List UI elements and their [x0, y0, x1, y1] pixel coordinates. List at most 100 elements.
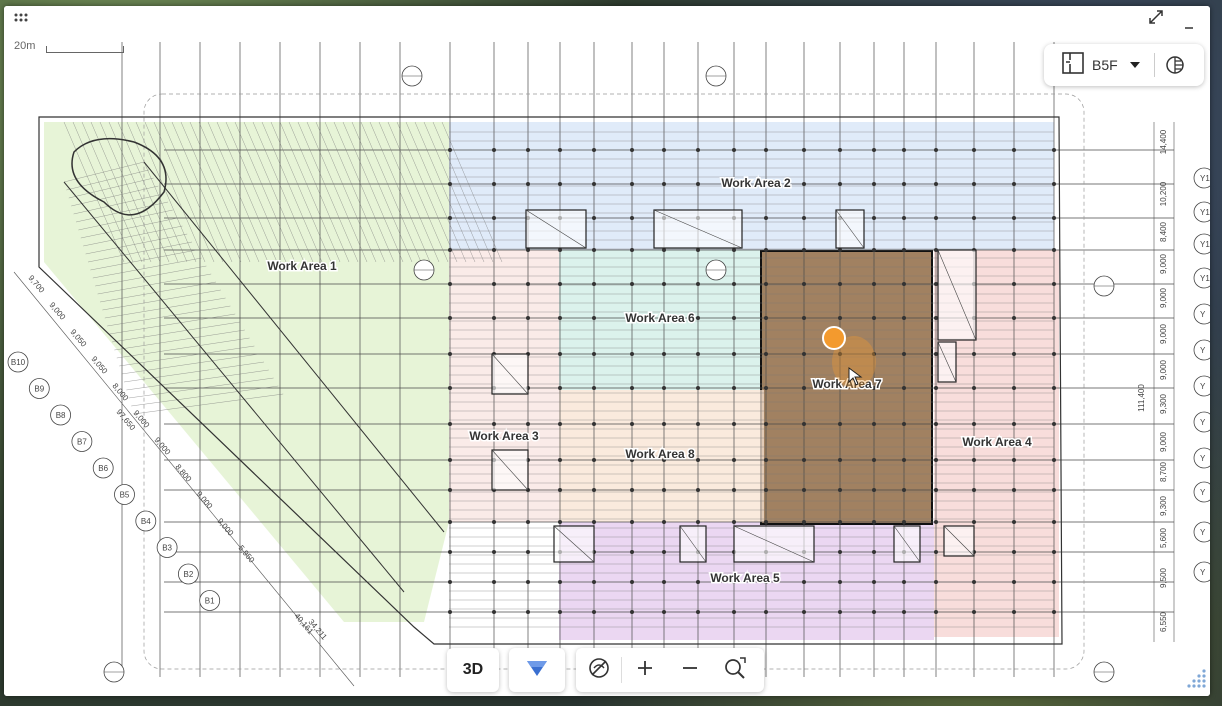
column — [764, 281, 769, 286]
zoom-in-button[interactable] — [622, 648, 667, 692]
column — [972, 181, 977, 186]
column — [872, 247, 877, 252]
work-area-label: Work Area 6 — [625, 311, 695, 325]
column — [872, 580, 877, 585]
work-area-label: Work Area 1 — [267, 259, 337, 273]
zoom-fit-button[interactable] — [712, 648, 757, 692]
column — [1052, 457, 1057, 462]
column — [491, 315, 496, 320]
column — [732, 610, 737, 615]
column — [802, 148, 807, 153]
axis-label: B1 — [205, 597, 215, 606]
axis-label: Y — [1200, 488, 1206, 497]
column — [764, 457, 769, 462]
dimension-label: 9,000 — [1159, 323, 1168, 344]
column — [447, 148, 452, 153]
layers-icon[interactable] — [1165, 55, 1185, 75]
3d-button[interactable]: 3D — [447, 648, 499, 692]
column — [972, 610, 977, 615]
zoom-fit-icon — [723, 656, 747, 684]
column — [972, 457, 977, 462]
column — [872, 281, 877, 286]
divider — [1153, 53, 1155, 77]
resize-grip-icon[interactable] — [1186, 667, 1208, 694]
view-tools — [576, 648, 764, 692]
column — [592, 181, 597, 186]
dimension-label: 10,200 — [1159, 181, 1168, 206]
column — [491, 181, 496, 186]
column — [934, 148, 939, 153]
column — [1052, 487, 1057, 492]
dimension-label: 9,300 — [1159, 495, 1168, 516]
column — [934, 457, 939, 462]
axis-label: B9 — [34, 385, 44, 394]
column — [447, 315, 452, 320]
column — [662, 247, 667, 252]
column — [447, 610, 452, 615]
column — [696, 181, 701, 186]
column — [838, 580, 843, 585]
column — [696, 385, 701, 390]
axis-label: Y — [1200, 528, 1206, 537]
window-titlebar — [4, 6, 1210, 32]
axis-label: Y1 — [1200, 174, 1210, 183]
column — [447, 550, 452, 555]
column — [802, 385, 807, 390]
floor-dropdown[interactable]: B5F — [1044, 44, 1140, 86]
work-area-label: Work Area 8 — [625, 447, 695, 461]
column — [1012, 580, 1017, 585]
dimension-label: 5,600 — [1159, 527, 1168, 548]
minimize-icon[interactable] — [1184, 16, 1194, 34]
axis-label: B2 — [184, 570, 194, 579]
column — [1052, 421, 1057, 426]
dimension-label: 9,000 — [1159, 359, 1168, 380]
column — [558, 487, 563, 492]
dimension-label: 8,400 — [1159, 221, 1168, 242]
column — [1012, 281, 1017, 286]
visibility-toggle-button[interactable] — [576, 648, 621, 692]
column — [526, 610, 531, 615]
column — [1012, 385, 1017, 390]
column — [592, 247, 597, 252]
column — [838, 281, 843, 286]
column — [630, 519, 635, 524]
column — [1052, 610, 1057, 615]
expand-icon[interactable] — [1148, 9, 1164, 30]
column — [630, 247, 635, 252]
column — [872, 519, 877, 524]
filter-button[interactable] — [509, 648, 565, 692]
grid-dots-icon[interactable] — [14, 12, 28, 30]
column — [592, 281, 597, 286]
floor-plan-window: B10 B9 B8 B7 B6 B5 B4 B3 B2 B1 Y1 Y1 Y1 Y1 Y Y Y Y Y Y Y Y 14,… — [4, 6, 1210, 696]
column — [934, 385, 939, 390]
column — [696, 519, 701, 524]
column — [662, 421, 667, 426]
column — [802, 181, 807, 186]
column — [1012, 550, 1017, 555]
column — [764, 351, 769, 356]
column — [491, 610, 496, 615]
column — [447, 247, 452, 252]
column — [934, 550, 939, 555]
floor-plan-canvas[interactable]: B10 B9 B8 B7 B6 B5 B4 B3 B2 B1 Y1 Y1 Y1 Y1 Y Y Y Y Y Y Y Y 14,… — [4, 32, 1210, 696]
column — [592, 351, 597, 356]
column — [526, 519, 531, 524]
axis-label: B7 — [77, 438, 87, 447]
column — [447, 457, 452, 462]
column — [872, 610, 877, 615]
column — [902, 519, 907, 524]
floor-selector-panel: B5F — [1044, 44, 1204, 86]
column — [764, 487, 769, 492]
column — [592, 457, 597, 462]
column — [558, 281, 563, 286]
column — [902, 580, 907, 585]
location-marker-icon[interactable] — [822, 326, 846, 350]
column — [447, 215, 452, 220]
zoom-out-button[interactable] — [667, 648, 712, 692]
column — [838, 550, 843, 555]
column — [558, 519, 563, 524]
column — [592, 385, 597, 390]
filter-icon — [526, 659, 548, 682]
axis-label: B10 — [11, 358, 26, 367]
column — [558, 181, 563, 186]
